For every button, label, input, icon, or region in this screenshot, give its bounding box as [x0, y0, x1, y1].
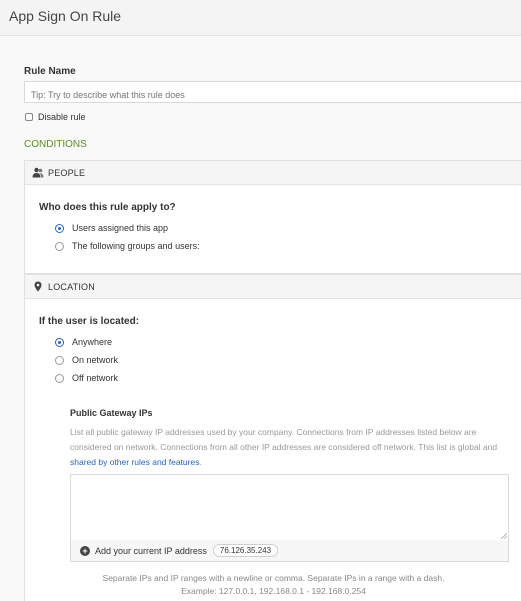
- people-question: Who does this rule apply to?: [39, 202, 176, 213]
- people-option-assigned[interactable]: Users assigned this app: [55, 223, 168, 233]
- radio-off-network[interactable]: [55, 373, 64, 383]
- disable-rule-label: Disable rule: [38, 112, 86, 122]
- people-panel: PEOPLE Who does this rule apply to? User…: [24, 160, 521, 274]
- option-label: The following groups and users:: [72, 241, 200, 251]
- location-panel-header: LOCATION: [25, 275, 521, 299]
- add-ip-label: Add your current IP address: [95, 545, 207, 556]
- option-label: Users assigned this app: [72, 223, 169, 233]
- location-option-off-network[interactable]: Off network: [55, 373, 118, 383]
- current-ip-badge: 76.126.35.243: [212, 544, 279, 557]
- shared-rules-link[interactable]: shared by other rules and features: [70, 457, 199, 467]
- location-pin-icon: [32, 281, 44, 293]
- plus-icon: +: [80, 545, 90, 556]
- help-line: Separate IPs and IP ranges with a newlin…: [102, 573, 445, 583]
- gateway-description-end: .: [199, 457, 202, 467]
- gateway-title: Public Gateway IPs: [70, 408, 153, 418]
- location-question: If the user is located:: [39, 316, 140, 327]
- people-option-groups[interactable]: The following groups and users:: [55, 241, 200, 251]
- page-title: App Sign On Rule: [9, 8, 122, 24]
- gateway-description: List all public gateway IP addresses use…: [70, 425, 510, 470]
- location-panel: LOCATION If the user is located: Anywher…: [24, 274, 521, 601]
- add-current-ip-button[interactable]: + Add your current IP address 76.126.35.…: [70, 540, 509, 562]
- location-panel-title: LOCATION: [48, 281, 95, 292]
- gateway-ip-textarea[interactable]: [70, 474, 509, 541]
- option-label: On network: [72, 355, 119, 365]
- disable-rule-row[interactable]: Disable rule: [25, 112, 86, 122]
- disable-rule-checkbox[interactable]: [25, 113, 33, 121]
- resize-grip-icon[interactable]: [501, 533, 507, 539]
- option-label: Anywhere: [72, 337, 113, 347]
- location-option-anywhere[interactable]: Anywhere: [55, 337, 112, 347]
- radio-anywhere[interactable]: [55, 337, 64, 347]
- page-header: App Sign On Rule: [0, 0, 521, 36]
- help-example: Example: 127.0.0.1, 192.168.0.1 - 192.16…: [181, 586, 366, 596]
- gateway-description-text: List all public gateway IP addresses use…: [70, 427, 498, 452]
- people-icon: [32, 167, 44, 179]
- conditions-heading: CONDITIONS: [24, 139, 87, 150]
- radio-users-assigned[interactable]: [55, 223, 64, 233]
- rule-name-input[interactable]: [24, 81, 521, 103]
- rule-name-label: Rule Name: [24, 66, 76, 77]
- people-panel-title: PEOPLE: [48, 167, 86, 178]
- ip-format-help: Separate IPs and IP ranges with a newlin…: [25, 572, 521, 598]
- radio-on-network[interactable]: [55, 355, 64, 365]
- location-option-on-network[interactable]: On network: [55, 355, 118, 365]
- radio-groups-users[interactable]: [55, 241, 64, 251]
- option-label: Off network: [72, 373, 118, 383]
- people-panel-header: PEOPLE: [25, 161, 521, 185]
